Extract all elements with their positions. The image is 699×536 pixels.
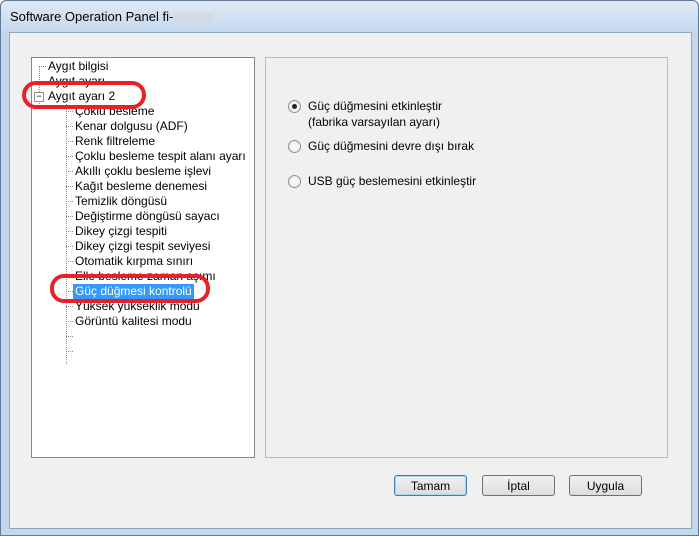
tree-connector bbox=[66, 216, 73, 217]
apply-button[interactable]: Uygula bbox=[569, 475, 642, 496]
radio-disable-power-button[interactable] bbox=[288, 140, 301, 153]
redacted-model-number bbox=[174, 12, 215, 23]
label-enable-usb-power: USB güç beslemesini etkinleştir bbox=[308, 174, 477, 188]
tree-connector bbox=[66, 126, 73, 127]
tree-item-replacement-counter[interactable]: Değiştirme döngüsü sayacı bbox=[73, 209, 222, 224]
tree-item-pick-retry[interactable]: Kağıt besleme denemesi bbox=[73, 179, 209, 194]
tree-connector bbox=[39, 66, 46, 67]
tree-connector bbox=[66, 141, 73, 142]
dialog-window: Software Operation Panel fi- − Aygıt bil… bbox=[0, 0, 699, 536]
tree-connector bbox=[66, 336, 73, 337]
dialog-client-area: − Aygıt bilgisi Aygıt ayarı Aygıt ayarı … bbox=[9, 32, 692, 529]
tree-item-page-edge-filler[interactable]: Kenar dolgusu (ADF) bbox=[73, 119, 190, 134]
tree-item-intelligent-multifeed[interactable]: Akıllı çoklu besleme işlevi bbox=[73, 164, 213, 179]
tree-item-cleaning-cycle[interactable]: Temizlik döngüsü bbox=[73, 194, 169, 209]
label-factory-default: (fabrika varsayılan ayarı) bbox=[308, 115, 441, 129]
ok-button[interactable]: Tamam bbox=[394, 475, 467, 496]
radio-enable-power-button[interactable] bbox=[288, 100, 301, 113]
title-bar: Software Operation Panel fi- bbox=[1, 1, 698, 31]
cancel-button[interactable]: İptal bbox=[482, 475, 555, 496]
settings-tree[interactable]: − Aygıt bilgisi Aygıt ayarı Aygıt ayarı … bbox=[22, 57, 255, 458]
tree-item-auto-crop[interactable]: Otomatik kırpma sınırı bbox=[73, 254, 195, 269]
tree-connector bbox=[66, 201, 73, 202]
tree-item-color-dropout[interactable]: Renk filtreleme bbox=[73, 134, 157, 149]
annotation-highlight-device-setting-2 bbox=[22, 81, 146, 109]
tree-connector bbox=[66, 171, 73, 172]
label-enable-power-button: Güç düğmesini etkinleştir bbox=[308, 99, 443, 113]
tree-connector bbox=[66, 306, 73, 307]
tree-child-line bbox=[66, 104, 67, 364]
label-disable-power-button: Güç düğmesini devre dışı bırak bbox=[308, 139, 475, 153]
tree-connector bbox=[66, 261, 73, 262]
tree-item-multifeed-area[interactable]: Çoklu besleme tespit alanı ayarı bbox=[73, 149, 248, 164]
tree-connector bbox=[66, 246, 73, 247]
radio-enable-usb-power[interactable] bbox=[288, 175, 301, 188]
tree-connector bbox=[66, 186, 73, 187]
tree-item-device-info[interactable]: Aygıt bilgisi bbox=[46, 59, 110, 74]
tree-connector bbox=[66, 231, 73, 232]
window-title: Software Operation Panel fi- bbox=[10, 9, 215, 24]
tree-item-vertical-streak[interactable]: Dikey çizgi tespiti bbox=[73, 224, 169, 239]
tree-connector bbox=[66, 351, 73, 352]
tree-connector bbox=[66, 321, 73, 322]
tree-connector bbox=[66, 111, 73, 112]
tree-item-vertical-streak-level[interactable]: Dikey çizgi tespit seviyesi bbox=[73, 239, 212, 254]
tree-item-image-quality[interactable]: Görüntü kalitesi modu bbox=[73, 314, 194, 329]
window-title-text: Software Operation Panel fi- bbox=[10, 9, 174, 24]
settings-panel: Güç düğmesini etkinleştir (fabrika varsa… bbox=[265, 57, 668, 458]
tree-connector bbox=[66, 156, 73, 157]
annotation-highlight-power-button bbox=[50, 274, 210, 303]
